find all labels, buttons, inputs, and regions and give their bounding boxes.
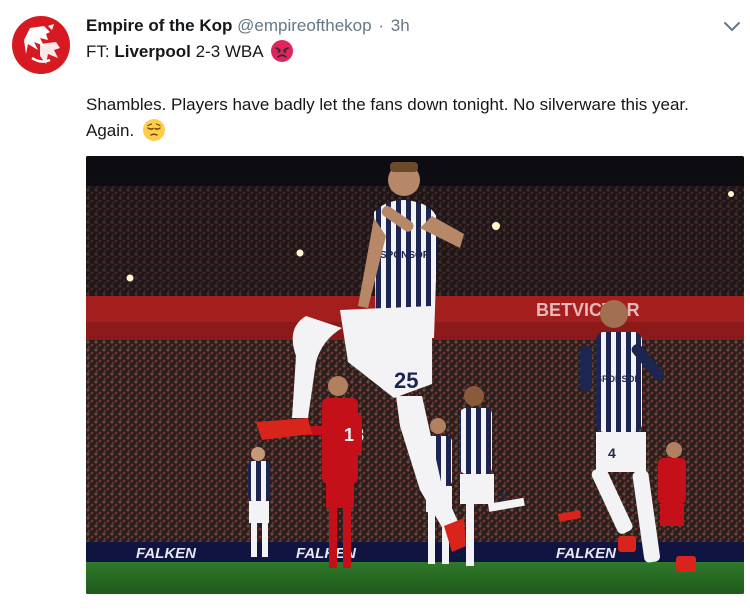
chevron-down-icon[interactable] [722, 16, 742, 36]
right-player-number: 4 [608, 445, 616, 461]
separator-dot: · [378, 16, 384, 35]
avatar[interactable] [10, 14, 72, 76]
liverbird-logo [12, 16, 70, 74]
angry-face-emoji [271, 40, 294, 62]
tweet-body-line2-wrap: Again. [86, 118, 746, 144]
ad-board-falken-1: FALKEN [136, 545, 197, 562]
tweet-header: Empire of the Kop @empireofthekop · 3h [86, 15, 410, 37]
headline-score: 2-3 WBA [190, 42, 263, 61]
tweet-body-line1: Shambles. Players have badly let the fan… [86, 95, 689, 114]
headline-team: Liverpool [114, 42, 191, 61]
author-name[interactable]: Empire of the Kop [86, 16, 232, 35]
tweet-timestamp[interactable]: 3h [391, 16, 410, 35]
football-celebration-photo: BETVICTOR FALKEN FALKEN FALKEN 2 SPONSOR… [86, 156, 744, 594]
tweet-body-line2: Again. [86, 121, 135, 140]
headline-prefix: FT: [86, 42, 115, 61]
celebrating-player-sponsor: SPONSOR [380, 250, 431, 261]
right-player-sponsor: SPONSOR [596, 374, 642, 384]
pensive-face-emoji [142, 119, 165, 141]
author-handle[interactable]: @empireofthekop [237, 16, 371, 35]
celebrating-player-number: 25 [394, 368, 418, 393]
ad-board-falken-3: FALKEN [556, 545, 617, 562]
tweet-photo[interactable]: BETVICTOR FALKEN FALKEN FALKEN 2 SPONSOR… [86, 156, 744, 594]
tweet-body: Shambles. Players have badly let the fan… [86, 92, 746, 144]
tweet-card: Empire of the Kop @empireofthekop · 3h F… [0, 0, 750, 610]
tweet-headline: FT: Liverpool 2-3 WBA [86, 40, 294, 64]
